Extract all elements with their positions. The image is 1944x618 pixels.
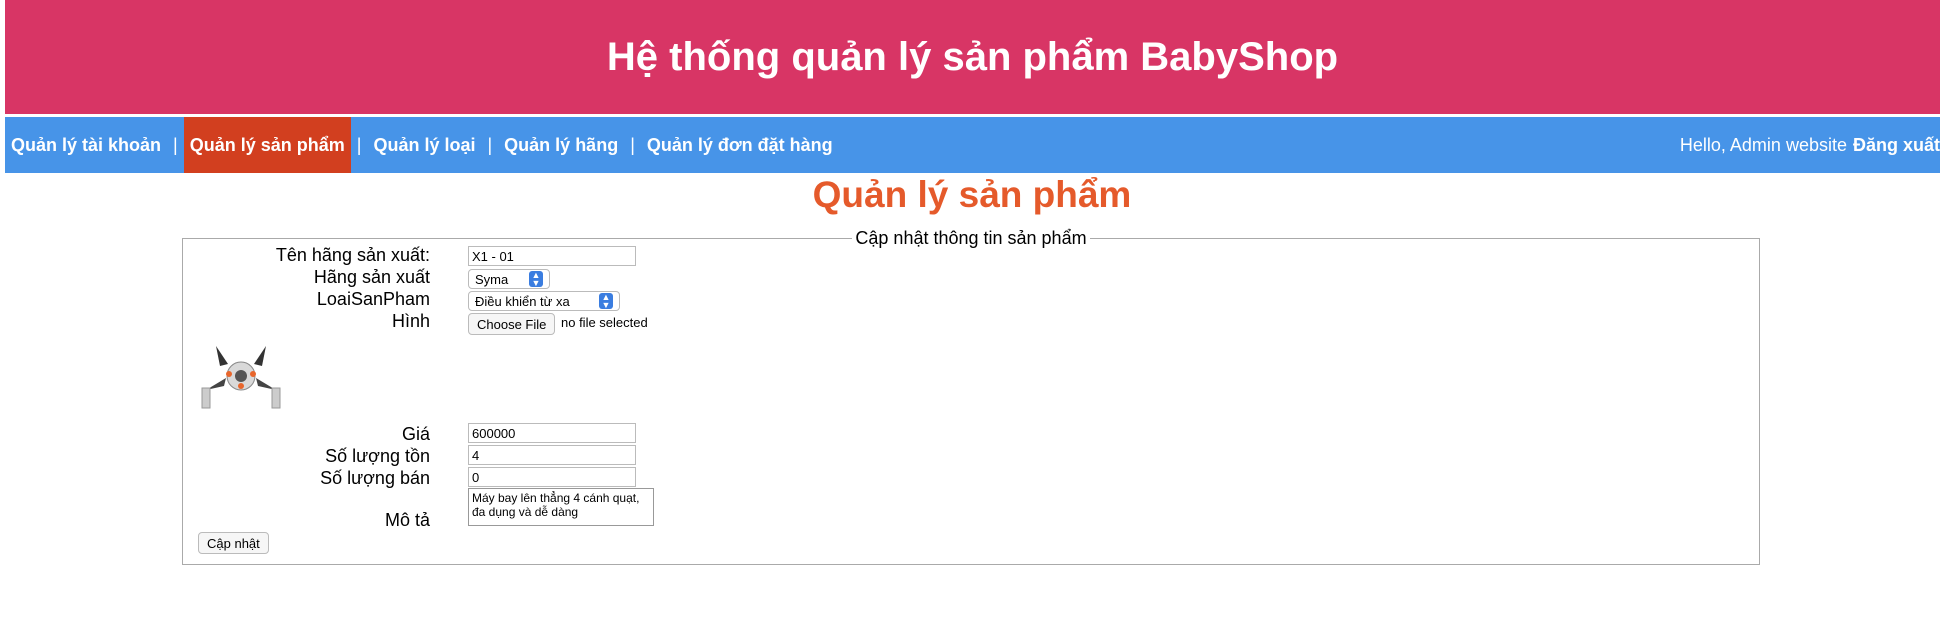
description-label: Mô tả: [384, 510, 430, 530]
select-arrows-icon: ▲ ▼: [529, 271, 543, 288]
site-title: Hệ thống quản lý sản phẩm BabyShop: [606, 34, 1339, 79]
nav-item-accounts[interactable]: Quản lý tài khoản: [5, 117, 167, 173]
main-nav: Quản lý tài khoản | Quản lý sản phẩm | Q…: [5, 117, 1940, 173]
category-select-value: Điều khiển từ xa: [475, 293, 570, 309]
page-title: Quản lý sản phẩm: [812, 174, 1132, 215]
stock-label: Số lượng tồn: [325, 446, 430, 466]
name-label: Tên hãng sản xuất:: [275, 245, 430, 265]
category-select[interactable]: Điều khiển từ xa ▲ ▼: [468, 291, 620, 311]
nav-item-categories[interactable]: Quản lý loại: [367, 117, 481, 173]
price-label: Giá: [401, 424, 430, 444]
choose-file-button[interactable]: Choose File: [468, 313, 556, 335]
sold-input[interactable]: 0: [468, 467, 636, 487]
brand-select[interactable]: Syma ▲ ▼: [468, 269, 550, 289]
name-input[interactable]: X1 - 01: [468, 246, 636, 266]
brand-label: Hãng sản xuất: [313, 267, 430, 287]
logout-link[interactable]: Đăng xuất: [1853, 135, 1940, 156]
nav-item-products[interactable]: Quản lý sản phẩm: [183, 117, 351, 173]
site-header: Hệ thống quản lý sản phẩm BabyShop: [5, 0, 1940, 114]
image-label: Hình: [391, 311, 430, 331]
select-arrows-icon: ▲ ▼: [599, 293, 613, 310]
product-image: [198, 336, 284, 412]
nav-separator: |: [173, 134, 178, 155]
brand-select-value: Syma: [475, 271, 509, 287]
nav-item-brands[interactable]: Quản lý hãng: [498, 117, 624, 173]
nav-separator: |: [356, 134, 362, 155]
update-button[interactable]: Cập nhật: [198, 532, 269, 554]
user-greeting: Hello, Admin website: [1679, 134, 1847, 155]
nav-separator: |: [630, 134, 635, 155]
form-legend: Cập nhật thông tin sản phẩm: [855, 228, 1087, 248]
nav-separator: |: [487, 134, 493, 155]
nav-item-orders[interactable]: Quản lý đơn đặt hàng: [641, 117, 839, 173]
sold-label: Số lượng bán: [320, 468, 430, 488]
file-status: no file selected: [561, 315, 648, 330]
description-textarea[interactable]: Máy bay lên thẳng 4 cánh quạt, đa dụng v…: [468, 488, 654, 526]
price-input[interactable]: 600000: [468, 423, 636, 443]
category-label: LoaiSanPham: [316, 289, 430, 309]
stock-input[interactable]: 4: [468, 445, 636, 465]
